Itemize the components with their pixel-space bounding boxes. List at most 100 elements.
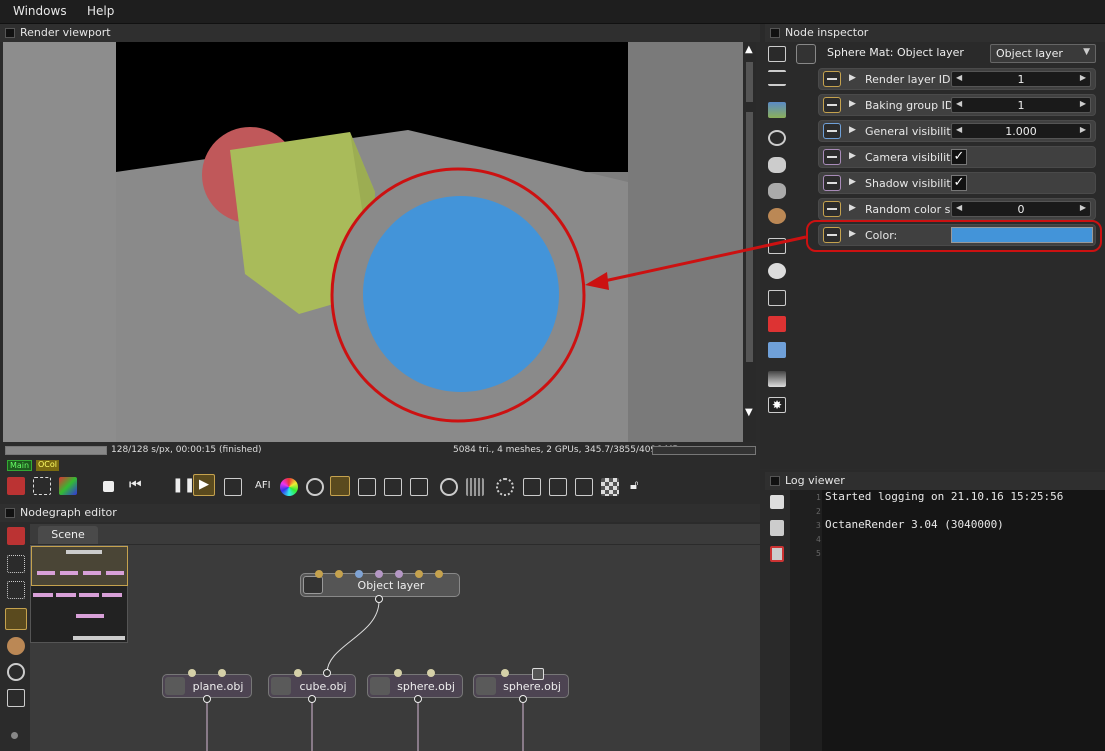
int-pin-icon xyxy=(823,71,841,87)
prop-general-visibility: ▶ General visibility: ◀ 1.000 ▶ xyxy=(818,120,1096,142)
settings-list-icon[interactable] xyxy=(768,70,786,86)
export-passes-icon[interactable] xyxy=(575,478,593,496)
clear-log-icon[interactable] xyxy=(770,546,784,562)
node-type-select[interactable]: Object layer ▼ xyxy=(990,44,1096,63)
copy-icon[interactable] xyxy=(523,478,541,496)
database-icon[interactable] xyxy=(768,157,786,173)
delete-node-icon[interactable] xyxy=(7,527,25,545)
select-all-icon[interactable] xyxy=(7,555,25,573)
tag-main[interactable]: Main xyxy=(7,460,33,471)
menu-help[interactable]: Help xyxy=(87,4,114,18)
lock-view-icon[interactable] xyxy=(410,478,428,496)
texture-icon[interactable] xyxy=(768,290,786,306)
save-log-icon[interactable] xyxy=(770,495,784,509)
panel-toggle-icon[interactable] xyxy=(5,508,15,518)
camera-visibility-checkbox[interactable]: ✓ xyxy=(951,149,967,165)
clear-icon[interactable] xyxy=(7,477,25,495)
play-icon[interactable]: ▶ xyxy=(193,474,215,496)
render-viewport-title: Render viewport xyxy=(20,26,111,39)
panel-toggle-icon[interactable] xyxy=(770,28,780,38)
pause-icon[interactable]: ❚❚ xyxy=(172,477,195,493)
menu-windows[interactable]: Windows xyxy=(13,4,67,18)
camera-icon[interactable] xyxy=(768,130,786,146)
chevron-down-icon: ▼ xyxy=(1083,47,1090,57)
general-visibility-slider[interactable]: ◀ 1.000 ▶ xyxy=(951,123,1091,139)
node-list-icon[interactable] xyxy=(768,46,786,62)
object-layer-node-icon xyxy=(303,576,323,594)
scroll-down-icon[interactable]: ▼ xyxy=(745,407,753,418)
object-layer-node-label: Object layer xyxy=(357,579,425,592)
minimap-toggle-icon[interactable] xyxy=(5,608,27,630)
expand-icon[interactable]: ▶ xyxy=(849,73,856,83)
render-target-icon[interactable] xyxy=(7,663,25,681)
expand-icon[interactable]: ▶ xyxy=(849,229,856,239)
mesh-node-icon xyxy=(370,677,390,695)
nodegraph-canvas[interactable]: Object layer plane.obj cube.obj sphere.o… xyxy=(30,545,760,751)
geometry-node-sphere[interactable]: sphere.obj xyxy=(367,674,463,698)
color-picker-icon[interactable] xyxy=(280,478,298,496)
save-render-icon[interactable] xyxy=(549,478,567,496)
alpha-icon[interactable] xyxy=(601,478,619,496)
render-layer-id-spinner[interactable]: ◀ 1 ▶ xyxy=(951,71,1091,87)
dot-icon[interactable] xyxy=(11,732,18,739)
color-swatch[interactable] xyxy=(951,227,1093,243)
blue-cube-icon[interactable] xyxy=(768,342,786,358)
object-layer-node-icon xyxy=(796,44,816,64)
frame-icon[interactable] xyxy=(768,238,786,254)
int-pin-icon xyxy=(823,201,841,217)
restart-icon[interactable]: ⏮ xyxy=(129,477,142,493)
scroll-up-icon[interactable]: ▲ xyxy=(745,44,753,55)
display-icon[interactable] xyxy=(224,478,242,496)
mesh-node-icon xyxy=(165,677,185,695)
stack-icon[interactable] xyxy=(768,183,786,199)
expand-icon[interactable]: ▶ xyxy=(849,177,856,187)
float-pin-icon xyxy=(823,123,841,139)
tab-scene[interactable]: Scene xyxy=(38,526,98,544)
object-picker-icon[interactable] xyxy=(330,476,350,496)
material-icon[interactable] xyxy=(768,208,786,224)
node-name-label: Sphere Mat: Object layer xyxy=(827,46,964,59)
int-pin-icon xyxy=(823,97,841,113)
region-icon[interactable] xyxy=(33,477,51,495)
geometry-icon[interactable] xyxy=(7,689,25,707)
mesh-node-icon xyxy=(476,677,496,695)
viewport-scrollbar[interactable]: ▲ ▼ xyxy=(743,42,756,442)
color-cube-icon[interactable] xyxy=(59,477,77,495)
baking-group-id-spinner[interactable]: ◀ 1 ▶ xyxy=(951,97,1091,113)
expand-icon[interactable]: ▶ xyxy=(849,125,856,135)
log-viewer-text[interactable]: 1 2 3 4 5 Started logging on 21.10.16 15… xyxy=(790,490,1105,751)
copy-log-icon[interactable] xyxy=(770,520,784,536)
stop-icon[interactable] xyxy=(103,481,114,492)
kernel-icon[interactable] xyxy=(466,478,484,496)
sun-icon[interactable]: ✸ xyxy=(768,397,786,413)
shadow-visibility-checkbox[interactable]: ✓ xyxy=(951,175,967,191)
unlock-icon[interactable]: 🔓︎ xyxy=(630,478,638,493)
viewport-resolution-icon[interactable] xyxy=(440,478,458,496)
bool-pin-icon xyxy=(823,175,841,191)
expand-icon[interactable]: ▶ xyxy=(849,203,856,213)
log-line: OctaneRender 3.04 (3040000) xyxy=(825,518,1004,531)
material-icon[interactable] xyxy=(7,637,25,655)
image-icon[interactable] xyxy=(768,102,786,118)
autofocus-icon[interactable]: AFI xyxy=(255,480,271,491)
panel-toggle-icon[interactable] xyxy=(5,28,15,38)
white-balance-icon[interactable] xyxy=(384,478,402,496)
panel-toggle-icon[interactable] xyxy=(770,476,780,486)
denoise-icon[interactable] xyxy=(496,478,514,496)
prop-baking-group-id: ▶ Baking group ID: ◀ 1 ▶ xyxy=(818,94,1096,116)
clock-icon[interactable] xyxy=(768,263,786,279)
material-picker-icon[interactable] xyxy=(306,478,324,496)
render-viewport-canvas[interactable] xyxy=(3,42,743,442)
environment-image-icon[interactable] xyxy=(768,371,786,387)
nodegraph-tabbar: Scene xyxy=(30,524,760,544)
arrange-icon[interactable] xyxy=(7,581,25,599)
linked-pin-icon[interactable] xyxy=(532,668,544,680)
expand-icon[interactable]: ▶ xyxy=(849,151,856,161)
expand-icon[interactable]: ▶ xyxy=(849,99,856,109)
random-color-seed-spinner[interactable]: ◀ 0 ▶ xyxy=(951,201,1091,217)
red-cube-icon[interactable] xyxy=(768,316,786,332)
node-inspector-title: Node inspector xyxy=(785,26,869,39)
render-progress-bar xyxy=(5,446,107,455)
camera-target-icon[interactable] xyxy=(358,478,376,496)
tag-ocol[interactable]: OCol xyxy=(36,460,59,471)
